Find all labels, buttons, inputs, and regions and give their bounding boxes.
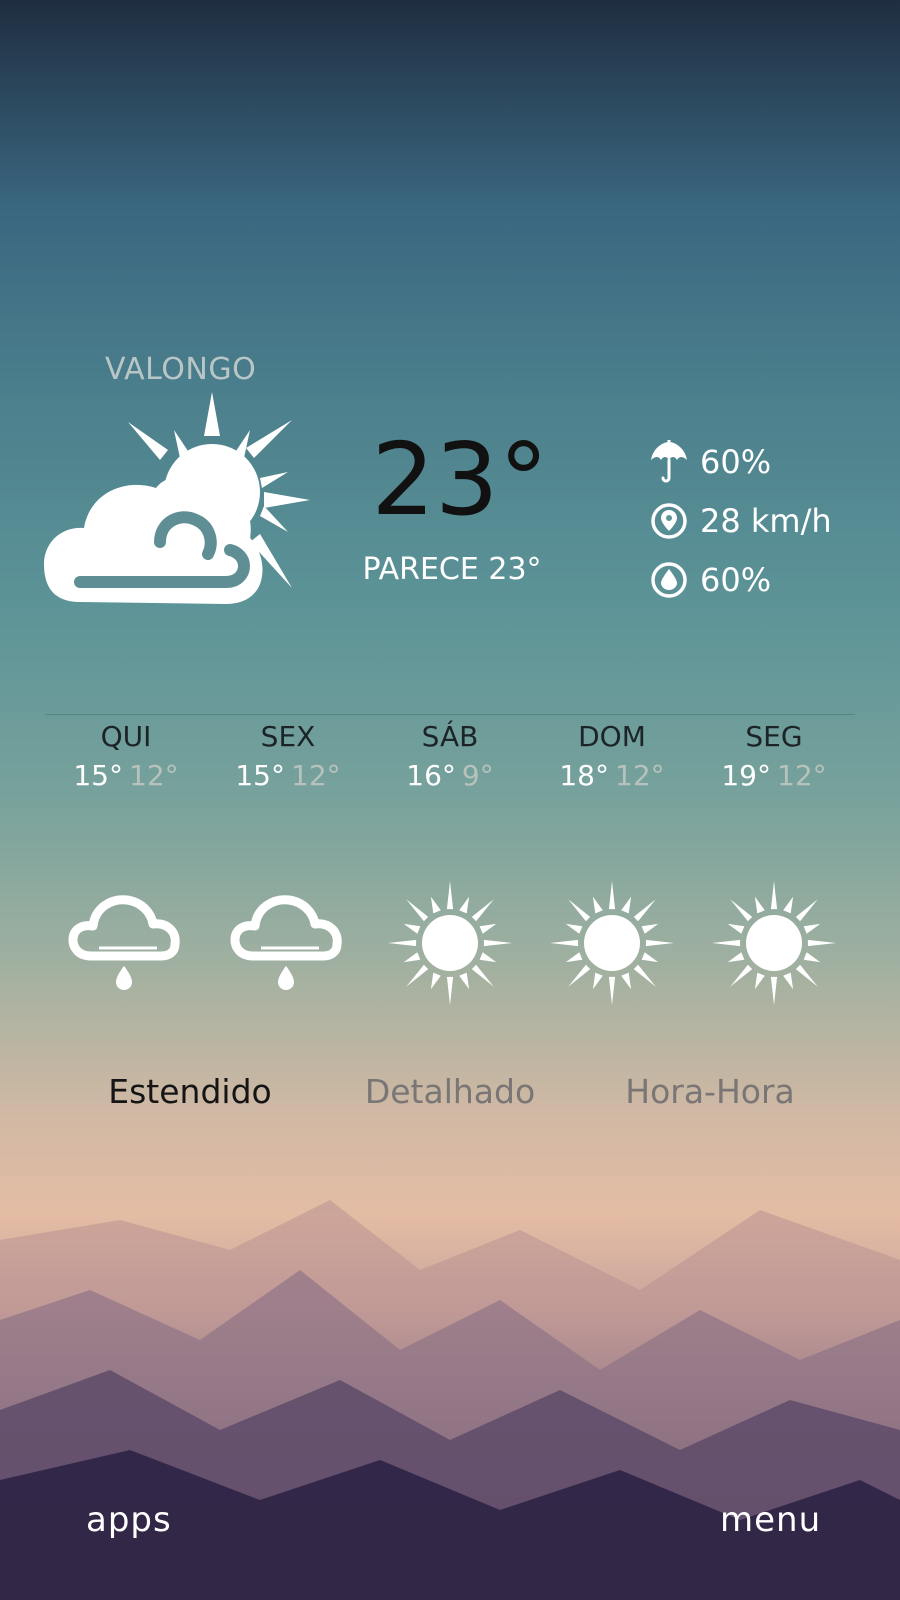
forecast-day: QUI 15° 12° bbox=[45, 720, 207, 1012]
feels-like-temperature: PARECE 23° bbox=[362, 552, 542, 587]
wind-value: 28 km/h bbox=[700, 501, 832, 540]
forecast-list: QUI 15° 12° SEX 15° 12° SÁB 16° 9° DOM 1… bbox=[45, 720, 855, 1012]
day-temps: 15° 12° bbox=[207, 756, 369, 796]
forecast-day: DOM 18° 12° bbox=[531, 720, 693, 1012]
humidity-value: 60% bbox=[700, 560, 772, 599]
low-temp: 12° bbox=[291, 759, 341, 792]
day-temps: 19° 12° bbox=[693, 756, 855, 796]
tab-detailed[interactable]: Detalhado bbox=[320, 1072, 580, 1111]
high-temp: 16° bbox=[406, 759, 456, 792]
precipitation-stat: 60% bbox=[648, 432, 832, 491]
city-name: VALONGO bbox=[105, 352, 257, 387]
low-temp: 12° bbox=[615, 759, 665, 792]
low-temp: 12° bbox=[129, 759, 179, 792]
high-temp: 19° bbox=[721, 759, 771, 792]
wind-icon bbox=[648, 500, 690, 542]
high-temp: 15° bbox=[73, 759, 123, 792]
humidity-icon bbox=[648, 559, 690, 601]
low-temp: 12° bbox=[777, 759, 827, 792]
rain-cloud-icon bbox=[230, 895, 342, 990]
divider bbox=[45, 714, 855, 715]
day-name: SÁB bbox=[421, 720, 479, 753]
day-name: SEX bbox=[260, 720, 316, 753]
sun-icon bbox=[550, 881, 674, 1005]
day-name: QUI bbox=[100, 720, 152, 753]
precipitation-value: 60% bbox=[700, 442, 772, 481]
sun-icon bbox=[388, 881, 512, 1005]
day-name: SEG bbox=[745, 720, 803, 753]
partly-cloudy-icon bbox=[44, 392, 310, 604]
wind-stat: 28 km/h bbox=[648, 491, 832, 550]
rain-cloud-icon bbox=[68, 895, 180, 990]
tab-hourly[interactable]: Hora-Hora bbox=[580, 1072, 840, 1111]
menu-button[interactable]: menu bbox=[720, 1500, 821, 1540]
humidity-stat: 60% bbox=[648, 550, 832, 609]
current-temperature: 23° bbox=[371, 421, 549, 538]
forecast-day: SEG 19° 12° bbox=[693, 720, 855, 1012]
day-temps: 15° 12° bbox=[45, 756, 207, 796]
high-temp: 18° bbox=[559, 759, 609, 792]
sun-icon bbox=[712, 881, 836, 1005]
day-temps: 18° 12° bbox=[531, 756, 693, 796]
current-stats: 60% 28 km/h 60% bbox=[648, 432, 832, 609]
view-tabs: Estendido Detalhado Hora-Hora bbox=[60, 1072, 840, 1111]
apps-button[interactable]: apps bbox=[86, 1500, 172, 1540]
umbrella-icon bbox=[648, 439, 690, 483]
forecast-day: SÁB 16° 9° bbox=[369, 720, 531, 1012]
tab-extended[interactable]: Estendido bbox=[60, 1072, 320, 1111]
low-temp: 9° bbox=[461, 759, 494, 792]
day-temps: 16° 9° bbox=[369, 756, 531, 796]
day-name: DOM bbox=[578, 720, 646, 753]
high-temp: 15° bbox=[235, 759, 285, 792]
forecast-day: SEX 15° 12° bbox=[207, 720, 369, 1012]
